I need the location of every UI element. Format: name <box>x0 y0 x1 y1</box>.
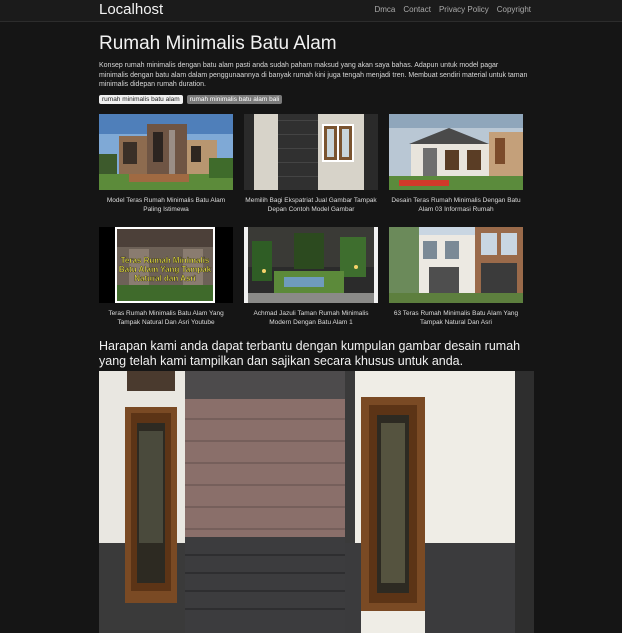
tag-list: rumah minimalis batu alam rumah minimali… <box>99 95 283 104</box>
tag-item[interactable]: rumah minimalis batu alam bali <box>186 95 283 104</box>
gallery-caption[interactable]: Memilih Bagi Ekspatriat Jual Gambar Tamp… <box>244 196 378 214</box>
tag-item[interactable]: rumah minimalis batu alam <box>99 95 183 104</box>
gallery-card[interactable]: Model Teras Rumah Minimalis Batu Alam Pa… <box>99 114 233 214</box>
gallery-card[interactable]: Teras Rumah Minimalis Batu Alam Yang Tam… <box>99 227 233 327</box>
section-subheading: Harapan kami anda dapat terbantu dengan … <box>99 339 521 368</box>
house-photo-thumbnail[interactable] <box>99 114 233 190</box>
gallery-card[interactable]: Achmad Jazuli Taman Rumah Minimalis Mode… <box>244 227 378 327</box>
nav-links: Dmca Contact Privacy Policy Copyright <box>374 5 531 14</box>
nav-link-contact[interactable]: Contact <box>403 5 431 14</box>
svg-text:Batu Alam Yang Tampak: Batu Alam Yang Tampak <box>119 265 212 274</box>
svg-text:Natural dan Asri: Natural dan Asri <box>134 274 196 283</box>
gallery-card[interactable]: 63 Teras Rumah Minimalis Batu Alam Yang … <box>389 227 523 327</box>
gallery-caption[interactable]: Model Teras Rumah Minimalis Batu Alam Pa… <box>99 196 233 214</box>
gallery-card[interactable]: Desain Teras Rumah Minimalis Dengan Batu… <box>389 114 523 214</box>
svg-text:Teras Rumah Minimalis: Teras Rumah Minimalis <box>121 256 210 265</box>
gallery-caption[interactable]: 63 Teras Rumah Minimalis Batu Alam Yang … <box>389 309 523 327</box>
top-navbar: Localhost Dmca Contact Privacy Policy Co… <box>0 0 622 22</box>
gallery-caption[interactable]: Desain Teras Rumah Minimalis Dengan Batu… <box>389 196 523 214</box>
gallery-card[interactable]: Memilih Bagi Ekspatriat Jual Gambar Tamp… <box>244 114 378 214</box>
house-photo-thumbnail[interactable] <box>389 114 523 190</box>
site-brand[interactable]: Localhost <box>99 1 163 18</box>
featured-house-photo[interactable] <box>99 371 534 633</box>
house-photo-thumbnail[interactable] <box>244 114 378 190</box>
nav-link-dmca[interactable]: Dmca <box>374 5 395 14</box>
house-photo-thumbnail[interactable] <box>389 227 523 303</box>
page-title: Rumah Minimalis Batu Alam <box>99 33 337 54</box>
gallery-caption[interactable]: Achmad Jazuli Taman Rumah Minimalis Mode… <box>244 309 378 327</box>
intro-paragraph: Konsep rumah minimalis dengan batu alam … <box>99 62 528 88</box>
nav-link-privacy-policy[interactable]: Privacy Policy <box>439 5 489 14</box>
video-thumbnail[interactable]: Teras Rumah Minimalis Batu Alam Yang Tam… <box>99 227 233 303</box>
nav-link-copyright[interactable]: Copyright <box>497 5 531 14</box>
garden-photo-thumbnail[interactable] <box>244 227 378 303</box>
gallery-caption[interactable]: Teras Rumah Minimalis Batu Alam Yang Tam… <box>99 309 233 327</box>
